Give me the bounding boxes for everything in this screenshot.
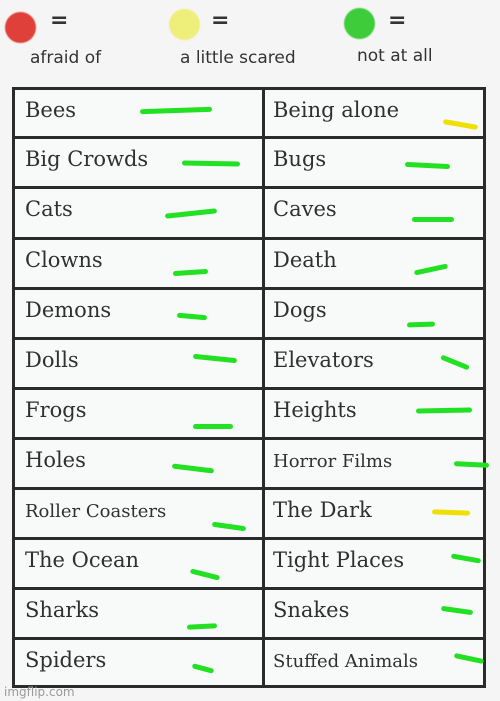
green-mark xyxy=(181,160,241,167)
fear-item-label: Horror Films xyxy=(273,451,393,472)
fear-item-label: Frogs xyxy=(25,398,87,422)
fear-item-label: Being alone xyxy=(273,98,400,122)
green-mark xyxy=(453,652,485,665)
green-mark xyxy=(450,553,482,564)
table-row: Holes Horror Films xyxy=(15,437,490,487)
table-row: The Ocean Tight Places xyxy=(15,537,483,587)
green-mark xyxy=(191,663,215,674)
table-row: Spiders Stuffed Animals xyxy=(15,637,485,688)
green-mark xyxy=(404,161,451,170)
green-mark xyxy=(164,208,218,219)
fear-item-label: Snakes xyxy=(273,598,350,622)
yellow-mark xyxy=(442,118,479,131)
green-mark xyxy=(440,354,470,371)
green-mark xyxy=(406,321,436,328)
fear-item-label: Big Crowds xyxy=(25,147,149,171)
table-row: Demons Dogs xyxy=(15,287,483,337)
green-mark xyxy=(440,605,474,616)
table-row: Bees Being alone xyxy=(15,90,483,136)
yellow-dot-icon xyxy=(169,9,200,40)
table-row: Sharks Snakes xyxy=(15,587,483,637)
green-mark xyxy=(193,424,233,429)
table-row: Dolls Elevators xyxy=(15,337,483,387)
fear-item-label: Clowns xyxy=(25,248,103,272)
fear-item-label: The Ocean xyxy=(25,548,140,572)
green-mark xyxy=(171,463,215,474)
red-dot-icon xyxy=(5,12,36,43)
green-mark xyxy=(189,568,221,581)
table-row: Frogs Heights xyxy=(15,387,483,437)
fear-item-label: Elevators xyxy=(273,348,374,372)
legend-label: a little scared xyxy=(180,48,296,68)
green-mark xyxy=(412,217,454,222)
green-mark xyxy=(172,268,209,277)
fear-item-label: Demons xyxy=(25,298,112,322)
green-mark xyxy=(176,312,208,321)
equals-sign: = xyxy=(50,8,69,33)
fear-item-label: Bees xyxy=(25,98,77,122)
fear-item-label: Tight Places xyxy=(273,548,405,572)
green-mark xyxy=(415,407,473,414)
fear-item-label: Holes xyxy=(25,448,86,472)
fear-item-label: Stuffed Animals xyxy=(273,651,418,672)
green-mark xyxy=(453,461,490,468)
fear-item-label: Heights xyxy=(273,398,357,422)
green-mark xyxy=(413,263,449,276)
green-mark xyxy=(192,353,238,364)
legend: = afraid of = a little scared = not at a… xyxy=(0,0,500,86)
green-mark xyxy=(186,623,218,630)
table-row: Big Crowds Bugs xyxy=(15,136,483,186)
fear-item-label: Sharks xyxy=(25,598,99,622)
green-mark xyxy=(211,521,247,532)
fear-item-label: The Dark xyxy=(273,498,372,522)
equals-sign: = xyxy=(211,8,230,33)
fear-item-label: Spiders xyxy=(25,648,107,672)
legend-label: not at all xyxy=(357,46,433,66)
fear-item-label: Dogs xyxy=(273,298,327,322)
fear-item-label: Death xyxy=(273,248,337,272)
fear-item-label: Roller Coasters xyxy=(25,501,167,522)
table-row: Roller Coasters The Dark xyxy=(15,487,483,537)
green-dot-icon xyxy=(344,8,375,39)
equals-sign: = xyxy=(388,8,407,33)
fears-table: Bees Being alone Big Crowds Bugs Cats Caves Cl… xyxy=(12,87,490,688)
fear-item-label: Caves xyxy=(273,197,337,221)
green-mark xyxy=(139,106,213,115)
fear-item-label: Cats xyxy=(25,197,73,221)
fear-item-label: Dolls xyxy=(25,348,79,372)
legend-label: afraid of xyxy=(30,48,102,68)
table-row: Clowns Death xyxy=(15,237,483,287)
watermark: imgflip.com xyxy=(4,685,75,699)
yellow-mark xyxy=(431,509,471,516)
fear-item-label: Bugs xyxy=(273,147,327,171)
table-row: Cats Caves xyxy=(15,186,483,237)
